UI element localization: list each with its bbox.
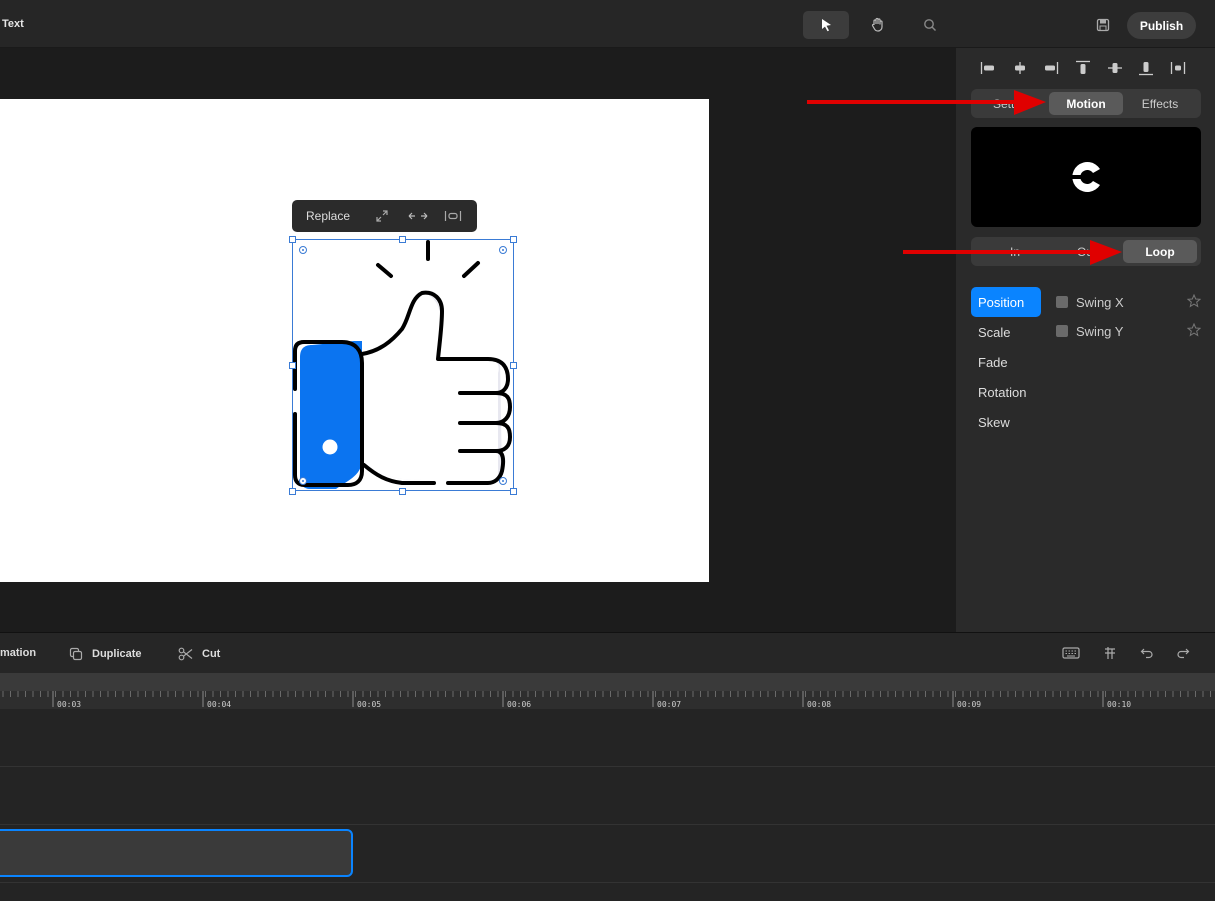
swing-y-checkbox[interactable] [1056,325,1068,337]
align-center-h-icon [1014,62,1025,74]
align-left-icon [980,62,994,74]
swing-x-checkbox[interactable] [1056,296,1068,308]
timeline-clip-selected[interactable] [0,829,353,877]
annotation-arrow-motion [807,90,1046,115]
align-middle-button[interactable] [1105,58,1125,78]
save-button[interactable] [1092,14,1114,36]
loop-type-scale[interactable]: Scale [971,317,1041,347]
distribute-button[interactable] [1168,58,1188,78]
track-divider [0,882,1215,883]
resize-handle-bottom-right[interactable] [510,488,517,495]
align-top-icon [1075,60,1090,74]
undo-button[interactable] [1138,645,1156,661]
brand-logo-icon [1069,162,1100,192]
redo-button[interactable] [1174,645,1192,661]
rotate-handle-top-left[interactable] [299,246,307,254]
selection-frame[interactable] [292,239,514,491]
pointer-icon [822,19,831,32]
resize-handle-right[interactable] [510,362,517,369]
hand-tool-button[interactable] [855,11,901,39]
annotation-arrow-loop [903,240,1122,265]
resize-handle-top[interactable] [399,236,406,243]
select-tool-button[interactable] [803,11,849,39]
snap-icon [1105,647,1115,659]
redo-icon [1177,648,1190,659]
snap-button[interactable] [1101,645,1119,661]
flip-button[interactable] [406,208,430,224]
swing-x-label: Swing X [1076,294,1124,310]
tick-label: 00:08 [807,700,832,709]
animation-button[interactable]: mation [0,647,36,659]
document-title: Text [2,18,24,30]
duplicate-button[interactable]: Duplicate [69,647,142,661]
loop-type-rotation[interactable]: Rotation [971,377,1041,407]
resize-handle-top-right[interactable] [510,236,517,243]
motion-preview [971,127,1201,227]
tick-label: 00:09 [957,700,982,709]
animation-label: mation [0,647,37,659]
flip-icon [408,212,427,220]
publish-button[interactable]: Publish [1127,12,1196,39]
timeline-ruler[interactable]: 00:03 00:04 00:05 00:06 00:07 00:08 00:0… [0,673,1215,709]
track-divider [0,824,1215,825]
expand-button[interactable] [370,208,394,224]
keyboard-shortcuts-button[interactable] [1062,645,1080,661]
star-icon[interactable] [1187,323,1201,337]
search-icon [924,19,936,31]
ruler-ticks [2,691,1211,707]
cut-label: Cut [202,648,221,660]
hand-icon [871,17,883,32]
cut-button[interactable]: Cut [178,647,220,661]
tick-label: 00:10 [1107,700,1132,709]
distribute-icon [1170,62,1186,74]
scissors-icon [178,647,193,661]
tick-label: 00:05 [357,700,382,709]
tick-label: 00:06 [507,700,532,709]
loop-type-skew[interactable]: Skew [971,407,1041,437]
align-right-icon [1045,62,1059,74]
swing-y-label: Swing Y [1076,323,1124,339]
resize-handle-bottom[interactable] [399,488,406,495]
expand-icon [376,210,388,222]
tab-loop[interactable]: Loop [1123,240,1197,263]
option-swing-y[interactable]: Swing Y [1056,321,1201,341]
rotate-handle-bottom-left[interactable] [299,477,307,485]
loop-type-list: Position Scale Fade Rotation Skew [971,287,1041,437]
resize-handle-bottom-left[interactable] [289,488,296,495]
align-top-button[interactable] [1073,58,1093,78]
loop-type-fade[interactable]: Fade [971,347,1041,377]
alignment-toolbar [978,58,1188,80]
tick-label: 00:07 [657,700,682,709]
tab-motion[interactable]: Motion [1049,92,1123,115]
tick-label: 00:03 [57,700,82,709]
duplicate-icon [69,647,83,661]
save-icon [1096,18,1110,32]
align-bottom-icon [1139,62,1154,76]
replace-button[interactable]: Replace [306,209,350,223]
rotate-handle-top-right[interactable] [499,246,507,254]
align-center-h-button[interactable] [1010,58,1030,78]
top-bar: Text Publish [0,0,1215,48]
keyboard-icon [1062,647,1080,659]
align-middle-icon [1107,63,1122,73]
tab-effects[interactable]: Effects [1123,92,1197,115]
element-context-toolbar: Replace [292,200,477,232]
spacing-button[interactable] [441,208,465,224]
loop-type-position[interactable]: Position [971,287,1041,317]
resize-handle-top-left[interactable] [289,236,296,243]
rotate-handle-bottom-right[interactable] [499,477,507,485]
option-swing-x[interactable]: Swing X [1056,292,1201,312]
undo-icon [1140,648,1153,659]
spacing-icon [445,211,462,221]
star-icon[interactable] [1187,294,1201,308]
tick-label: 00:04 [207,700,232,709]
duplicate-label: Duplicate [92,648,142,660]
zoom-tool-button[interactable] [907,11,953,39]
align-left-button[interactable] [978,58,998,78]
track-divider [0,766,1215,767]
resize-handle-left[interactable] [289,362,296,369]
align-right-button[interactable] [1041,58,1061,78]
align-bottom-button[interactable] [1136,58,1156,78]
